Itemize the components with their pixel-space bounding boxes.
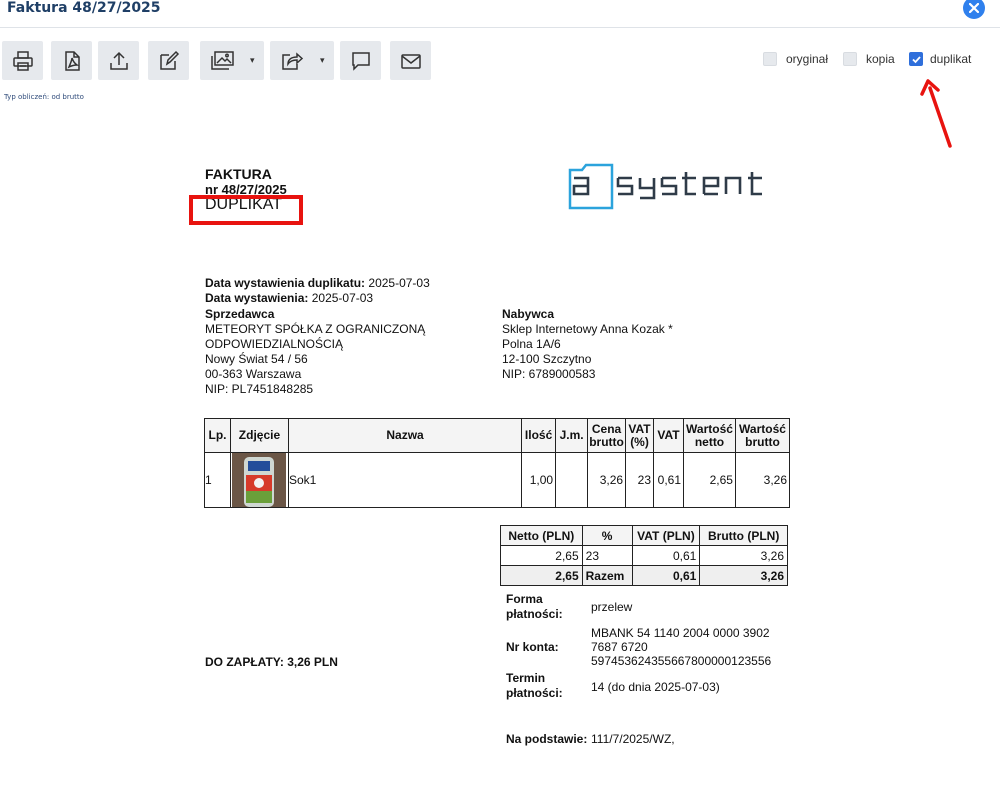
payment-method-label: Forma [506,592,543,606]
buyer-nip: NIP: 6789000583 [502,367,596,381]
items-table: Lp. Zdjęcie Nazwa Ilość J.m. Cena brutto … [204,418,791,508]
col-price-line1: Cena [591,421,622,436]
cell-qty: 1,00 [521,452,557,508]
payment-term: 14 (do dnia 2025-07-03) [591,680,720,694]
payment-method: przelew [591,600,633,614]
issue-date-label: Data wystawienia: [205,291,309,305]
company-logo [568,163,762,210]
col-price: Cena brutto [587,418,627,453]
invoice-title: FAKTURA [205,166,272,182]
product-image [232,453,287,507]
sum-vat: 0,61 [631,545,701,566]
sum-net: 2,65 [500,545,583,566]
seller-line: 00-363 Warszawa [205,367,302,381]
buyer-line: Sklep Internetowy Anna Kozak * [502,322,673,336]
col-vat-rate-line1: VAT [628,421,651,436]
account-label: Nr konta: [506,640,559,654]
payment-method-label-2: płatności: [506,607,563,621]
cell-photo [229,452,289,508]
col-net: Wartość netto [683,418,736,453]
sum-col-vat: VAT (PLN) [631,525,701,546]
sum-col-net: Netto (PLN) [500,525,583,546]
table-header-row: Lp. Zdjęcie Nazwa Ilość J.m. Cena brutto … [204,418,791,453]
cell-gross: 3,26 [734,452,791,508]
table-header-row: Netto (PLN) % VAT (PLN) Brutto (PLN) [500,525,788,546]
total-vat: 0,61 [631,565,701,586]
buyer-line: 12-100 Szczytno [502,352,592,366]
total-gross: 3,26 [699,565,788,586]
seller-line: METEORYT SPÓŁKA Z OGRANICZONĄ [205,322,426,336]
buyer-heading: Nabywca [502,307,555,321]
cell-net: 2,65 [683,452,736,508]
table-total-row: 2,65 Razem 0,61 3,26 [500,565,788,586]
col-qty: Ilość [521,418,557,453]
col-name: Nazwa [287,418,523,453]
cell-vat-rate: 23 [625,452,655,508]
col-gross-line2: brutto [745,434,780,449]
seller-heading: Sprzedawca [205,307,275,321]
issue-date: 2025-07-03 [311,291,374,305]
vat-summary-table: Netto (PLN) % VAT (PLN) Brutto (PLN) 2,6… [500,525,788,586]
col-net-line1: Wartość [686,421,733,436]
sum-gross: 3,26 [699,545,788,566]
cell-vat: 0,61 [653,452,684,508]
seller-nip: NIP: PL7451848285 [205,382,314,396]
total-net: 2,65 [500,565,583,586]
issue-date-row: Data wystawienia: 2025-07-03 [205,291,373,305]
cell-price: 3,26 [587,452,627,508]
buyer-line: Polna 1A/6 [502,337,561,351]
payment-term-label: Termin [506,671,546,685]
sum-col-pct: % [581,525,633,546]
duplicate-date-row: Data wystawienia duplikatu: 2025-07-03 [205,276,430,290]
invoice-document: FAKTURA nr 48/27/2025 DUPLIKAT Data wyst… [0,0,1000,788]
total-label: Razem [581,565,633,586]
account-line: 597453624355667800000123556 [591,654,772,668]
cell-lp: 1 [204,452,231,508]
col-lp: Lp. [204,418,231,453]
cell-name: Sok1 [287,452,523,508]
col-vat-rate-line2: (%) [630,434,649,449]
account-line: 7687 6720 [591,640,648,654]
account-line: MBANK 54 1140 2004 0000 3902 [591,626,770,640]
table-row: 2,65 23 0,61 3,26 [500,545,788,566]
seller-line: Nowy Świat 54 / 56 [205,352,308,366]
col-vat: VAT [653,418,684,453]
col-unit: J.m. [555,418,589,453]
col-gross: Wartość brutto [734,418,791,453]
sum-col-gross: Brutto (PLN) [699,525,788,546]
basis-value: 111/7/2025/WZ, [591,732,675,746]
duplicate-date-label: Data wystawienia duplikatu: [205,276,366,290]
col-price-line2: brutto [589,434,624,449]
table-row: 1 Sok1 1,00 3,26 23 0,61 2,65 3,26 [204,452,791,508]
col-gross-line1: Wartość [739,421,786,436]
cell-unit [555,452,589,508]
duplicate-highlight-box [189,195,303,225]
col-net-line2: netto [694,434,725,449]
col-photo: Zdjęcie [229,418,289,453]
payment-term-label-2: płatności: [506,686,563,700]
amount-due: DO ZAPŁATY: 3,26 PLN [205,655,338,669]
seller-line: ODPOWIEDZIALNOŚCIĄ [205,337,344,351]
duplicate-date: 2025-07-03 [368,276,430,290]
basis-label: Na podstawie: [506,732,588,746]
sum-pct: 23 [581,545,633,566]
col-vat-rate: VAT (%) [625,418,655,453]
